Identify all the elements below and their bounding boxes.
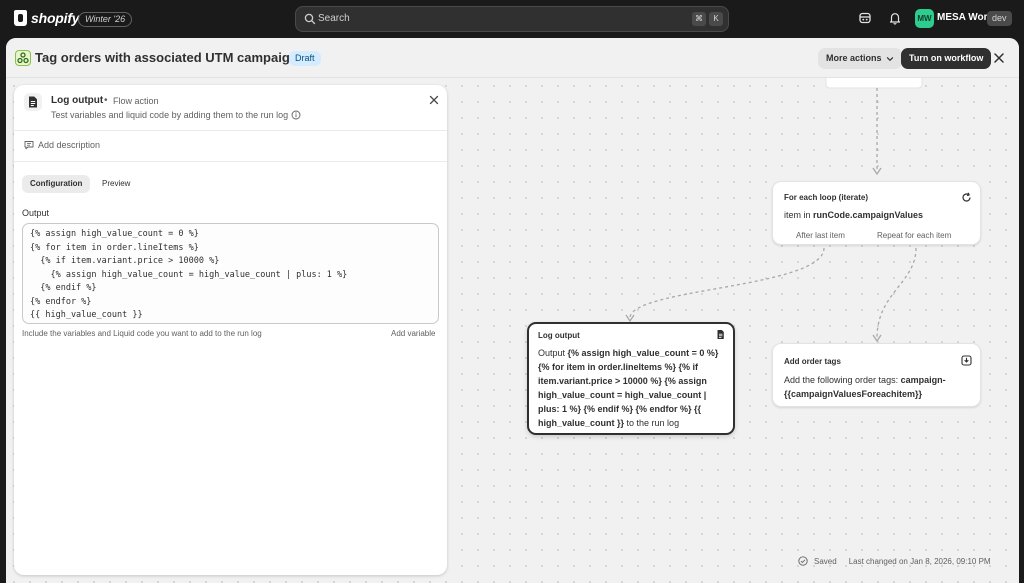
log-output-icon-box [24, 93, 42, 111]
log-node-body: Output {% assign high_value_count = 0 %}… [538, 346, 733, 430]
log-body-suffix: to the run log [624, 418, 680, 428]
title-separator: • [104, 95, 108, 106]
code-line: {{ high_value_count }} [30, 310, 143, 320]
shopify-logo[interactable]: shopify [14, 10, 80, 26]
foreach-body-prefix: item in [784, 210, 811, 220]
add-variable-button[interactable]: Add variable [391, 329, 435, 338]
search-icon [304, 13, 316, 25]
panel-subtitle: Test variables and liquid code by adding… [51, 110, 301, 120]
edition-badge: Winter '26 [78, 12, 133, 27]
add-order-tags-node[interactable]: Add order tags Add the following order t… [772, 343, 981, 407]
log-body-line6: high_value_count }} [538, 418, 625, 428]
env-badge: dev [987, 11, 1012, 26]
kbd-cmd: ⌘ [692, 12, 706, 26]
log-body-prefix: Output [538, 348, 566, 358]
panel-close-icon[interactable] [428, 94, 440, 106]
download-tag-icon [961, 355, 972, 366]
panel-type: Flow action [113, 96, 159, 106]
add-description-label: Add description [38, 140, 101, 150]
workflow-editor: Tag orders with associated UTM campaign … [6, 38, 1019, 583]
foreach-node-title: For each loop (iterate) [784, 193, 869, 202]
refresh-icon [962, 192, 971, 202]
foreach-node-body: item in runCode.campaignValues [784, 208, 923, 222]
output-help-text: Include the variables and Liquid code yo… [22, 329, 262, 338]
log-body-line4: high_value_count = high_value_count | [538, 390, 707, 400]
top-bar: shopify Winter '26 Search ⌘ K MW MESA Wo… [0, 0, 1024, 38]
last-changed-text: Last changed on Jan 8, 2026, 09:10 PM [848, 556, 991, 566]
divider [14, 130, 447, 131]
tags-body-value1: campaign- [900, 375, 946, 385]
comment-icon [24, 141, 34, 150]
branch-after-last-item[interactable]: After last item [796, 231, 845, 240]
save-status: Saved Last changed on Jan 8, 2026, 09:10… [798, 552, 991, 570]
code-line: {% endfor %} [30, 296, 92, 307]
log-node-title: Log output [538, 331, 580, 340]
search-bar[interactable]: Search ⌘ K [295, 6, 729, 32]
branch-repeat-each-item[interactable]: Repeat for each item [877, 231, 951, 240]
code-line: {% if item.variant.price > 10000 %} [30, 256, 220, 266]
bell-icon[interactable] [887, 10, 903, 26]
saved-label: Saved [814, 556, 837, 566]
shopify-bag-icon [14, 10, 27, 26]
log-body-line2: {% for item in order.lineItems %} {% if [538, 362, 699, 372]
action-config-panel: Log output • Flow action Test variables … [14, 85, 447, 575]
code-line: {% endif %} [30, 283, 97, 293]
foreach-body-value: runCode.campaignValues [813, 210, 924, 220]
tags-node-title: Add order tags [784, 357, 841, 366]
output-code-editor[interactable]: {% assign high_value_count = 0 %} {% for… [22, 223, 439, 324]
tags-body-value2: {{campaignValuesForeachitem}} [784, 389, 923, 399]
tab-preview[interactable]: Preview [94, 175, 138, 193]
tab-configuration[interactable]: Configuration [22, 175, 91, 193]
code-line: {% for item in order.lineItems %} [30, 242, 199, 253]
info-icon[interactable] [291, 110, 301, 120]
code-line: {% assign high_value_count = high_value_… [30, 269, 348, 280]
log-body-line3: item.variant.price > 10000 %} {% assign [538, 376, 707, 386]
log-output-node[interactable]: Log output Output {% assign high_value_c… [527, 322, 735, 435]
check-circle-icon [798, 556, 808, 566]
document-icon [29, 96, 37, 108]
code-line: {% assign high_value_count = 0 %} [30, 229, 199, 239]
add-description-button[interactable]: Add description [24, 140, 100, 150]
brand-name: shopify [31, 10, 80, 26]
search-placeholder: Search [318, 13, 350, 24]
tags-body-prefix: Add the following order tags: [784, 375, 899, 385]
log-body-line5: plus: 1 %} {% endif %} {% endfor %} {{ [538, 404, 702, 414]
avatar[interactable]: MW [915, 9, 934, 28]
kbd-k: K [709, 12, 723, 26]
divider [14, 161, 447, 162]
sidekick-icon[interactable] [857, 10, 873, 26]
document-icon [717, 330, 724, 339]
panel-subtitle-text: Test variables and liquid code by adding… [51, 110, 289, 120]
log-body-line1: {% assign high_value_count = 0 %} [567, 348, 719, 358]
panel-title: Log output [51, 95, 104, 106]
tags-node-body: Add the following order tags: campaign- … [784, 373, 976, 401]
output-label: Output [22, 208, 50, 218]
